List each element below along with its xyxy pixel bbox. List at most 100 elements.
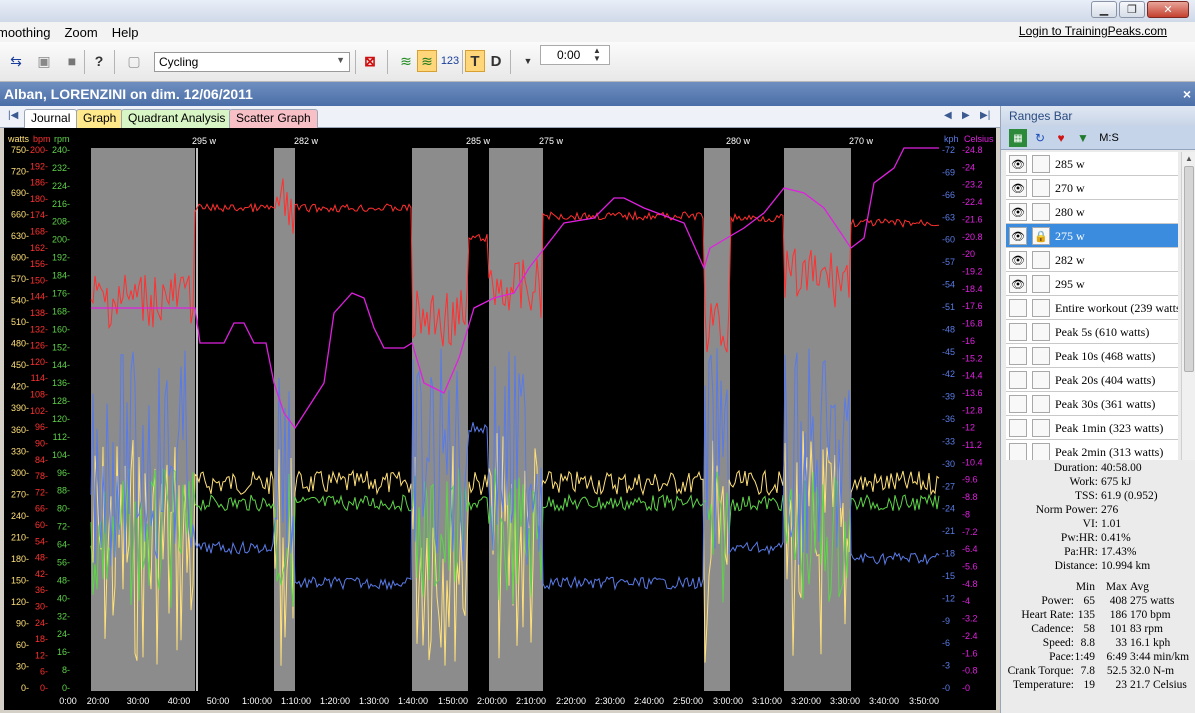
minimize-icon[interactable]: ▁ [1091,1,1117,18]
ranges-bar-panel: Ranges Bar ▦ ↻ ♥ ▼ M:S 👁 285 w 👁 270 w 👁 280 … [1000,106,1195,713]
time-field[interactable]: 0:00 ▲ ▼ [540,45,610,65]
visibility-checkbox[interactable] [1009,371,1027,389]
range-row[interactable]: Peak 20s (404 watts) [1006,368,1178,392]
celsius-tick-label: -4.8 [962,579,978,589]
sport-select[interactable]: Cycling ▼ [154,52,350,72]
scroll-up-icon[interactable]: ▲ [1185,154,1193,163]
range-row[interactable]: 👁 280 w [1006,200,1178,224]
stop-icon[interactable]: ■ [62,50,82,72]
ranges-scrollbar[interactable]: ▲ [1181,152,1195,460]
watts-tick-label: 630- [11,231,29,241]
rpm-tick-label: 184- [52,271,70,281]
range-checkbox[interactable] [1032,323,1050,341]
prev-icon[interactable]: ◀ [944,110,952,121]
celsius-tick-label: -16 [962,336,975,346]
celsius-tick-label: -2.4 [962,631,978,641]
heart-icon[interactable]: ♥ [1052,129,1070,147]
visibility-checkbox[interactable] [1009,323,1027,341]
range-checkbox[interactable] [1032,443,1050,460]
range-checkbox[interactable] [1032,347,1050,365]
range-row[interactable]: Peak 1min (323 watts) [1006,416,1178,440]
eye-icon[interactable]: 👁 [1009,251,1027,269]
stats-avg: 16.1 kph [1130,637,1171,649]
visibility-checkbox[interactable] [1009,299,1027,317]
range-checkbox[interactable] [1032,371,1050,389]
kph-tick-label: -18 [942,549,955,559]
image-icon[interactable]: ▦ [1009,129,1027,147]
graph-lines-icon[interactable]: ≋ [396,50,416,72]
kph-tick-label: -30 [942,459,955,469]
dropdown-arrow-icon[interactable]: ▼ [518,50,538,72]
range-row[interactable]: 👁 270 w [1006,176,1178,200]
visibility-checkbox[interactable] [1009,443,1027,460]
range-checkbox[interactable] [1032,251,1050,269]
scroll-thumb[interactable] [1184,166,1194,372]
range-checkbox[interactable] [1032,419,1050,437]
lock-icon[interactable]: 🔒 [1032,227,1050,245]
rpm-tick-label: 216- [52,199,70,209]
x-tick-label: 2:30:00 [595,696,625,706]
spinner-icon[interactable]: ▲ ▼ [593,47,607,63]
eye-icon[interactable]: 👁 [1009,275,1027,293]
range-row[interactable]: 👁 282 w [1006,248,1178,272]
ms-label[interactable]: M:S [1095,129,1123,147]
next-icon[interactable]: ▶ [962,110,970,121]
menu-zoom[interactable]: Zoom [57,25,104,40]
rpm-tick-label: 8- [62,665,70,675]
celsius-tick-label: -22.4 [962,197,983,207]
tab-graph[interactable]: Graph [76,109,124,128]
time-axis-button[interactable]: T [465,50,485,72]
range-row[interactable]: Entire workout (239 watts [1006,296,1178,320]
graph-fill-icon[interactable]: ≋ [417,50,437,72]
close-icon[interactable]: × [1183,86,1191,102]
range-checkbox[interactable] [1032,203,1050,221]
rpm-tick-label: 64- [57,540,70,550]
range-row[interactable]: 👁 285 w [1006,152,1178,176]
visibility-checkbox[interactable] [1009,395,1027,413]
watts-tick-label: 450- [11,360,29,370]
down-arrow-icon[interactable]: ▼ [1074,129,1092,147]
window-icon[interactable]: ▢ [124,50,144,72]
import-icon[interactable]: ⇆ [6,50,26,72]
eye-icon[interactable]: 👁 [1009,227,1027,245]
range-checkbox[interactable] [1032,155,1050,173]
range-row[interactable]: 👁 🔒 275 w [1006,224,1178,248]
range-row[interactable]: Peak 30s (361 watts) [1006,392,1178,416]
help-icon[interactable]: ? [89,50,109,72]
eye-icon[interactable]: 👁 [1009,155,1027,173]
distance-axis-button[interactable]: D [486,50,506,72]
first-icon[interactable]: |◀ [8,110,18,121]
range-row[interactable]: Peak 10s (468 watts) [1006,344,1178,368]
menu-smoothing[interactable]: moothing [0,25,57,40]
workout-graph[interactable]: watts bpm rpm kph Celsius 750- 720- 690- 660- 630… [4,128,996,710]
visibility-checkbox[interactable] [1009,419,1027,437]
celsius-tick-label: -11.2 [962,440,982,450]
range-row[interactable]: 👁 295 w [1006,272,1178,296]
range-checkbox[interactable] [1032,395,1050,413]
range-row-label: Peak 10s (468 watts) [1055,349,1156,363]
range-row[interactable]: Peak 2min (313 watts) [1006,440,1178,460]
range-checkbox[interactable] [1032,179,1050,197]
close-window-icon[interactable]: ✕ [1147,1,1189,18]
tab-scatter-graph[interactable]: Scatter Graph [229,109,318,128]
last-icon[interactable]: ▶| [980,110,990,121]
save-icon[interactable]: ▣ [34,50,54,72]
menu-help[interactable]: Help [105,25,146,40]
range-row[interactable]: Peak 5s (610 watts) [1006,320,1178,344]
eye-icon[interactable]: 👁 [1009,203,1027,221]
restore-icon[interactable]: ❐ [1119,1,1145,18]
range-checkbox[interactable] [1032,299,1050,317]
range-checkbox[interactable] [1032,275,1050,293]
eye-icon[interactable]: 👁 [1009,179,1027,197]
numbers-icon[interactable]: 123 [440,50,460,72]
visibility-checkbox[interactable] [1009,347,1027,365]
range-label: 285 w [466,136,491,146]
bpm-tick-label: 192- [30,161,48,171]
login-link[interactable]: Login to TrainingPeaks.com [1019,24,1167,38]
toolbar: ⇆ ▣ ■ ? ▢ Cycling ▼ ⊠ ≋ ≋ 123 T D ▼ 0:00… [0,42,1195,82]
delete-icon[interactable]: ⊠ [360,50,380,72]
tab-journal[interactable]: Journal [24,109,78,128]
refresh-icon[interactable]: ↻ [1031,129,1049,147]
bpm-tick-label: 102- [30,406,48,416]
tab-quadrant-analysis[interactable]: Quadrant Analysis [121,109,233,128]
